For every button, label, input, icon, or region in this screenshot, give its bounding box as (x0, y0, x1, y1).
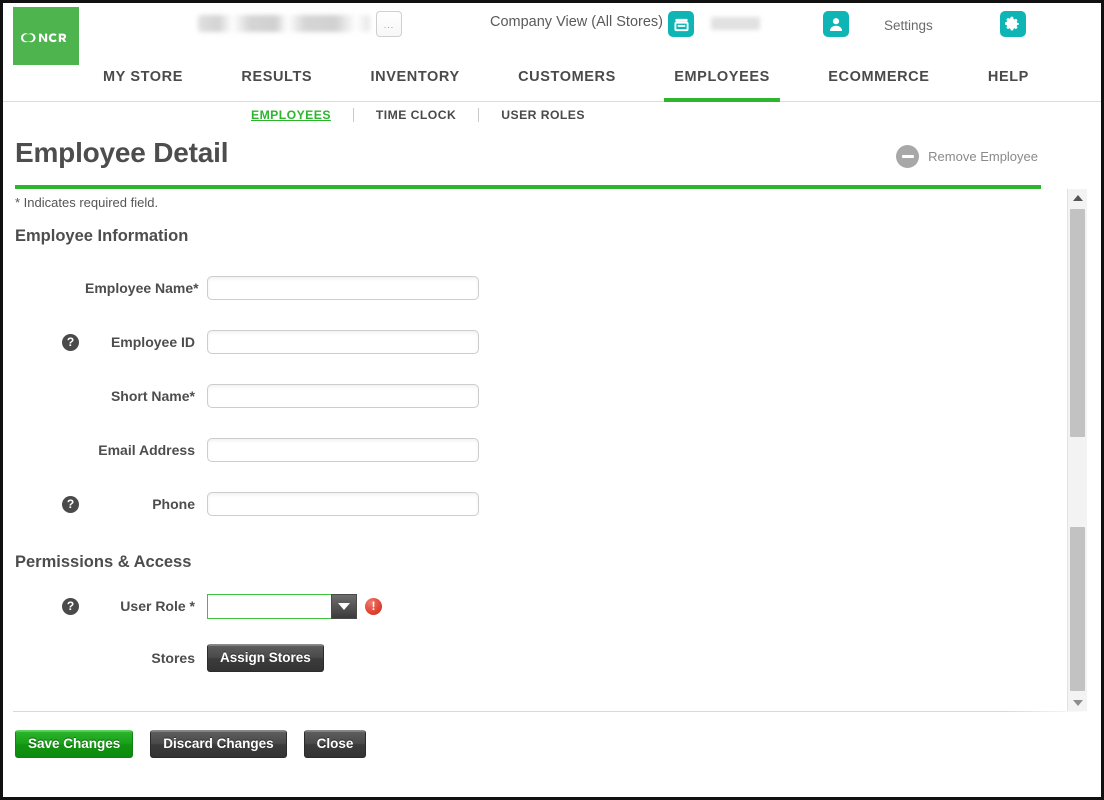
field-row-employee-name: Employee Name* (3, 271, 1101, 305)
field-row-user-role: ? User Role * ! (3, 589, 1101, 623)
field-row-phone: ? Phone (3, 487, 1101, 521)
field-row-stores: Stores Assign Stores (3, 641, 1101, 675)
primary-navigation: MY STORE RESULTS INVENTORY CUSTOMERS EMP… (3, 65, 1101, 102)
help-slot (3, 388, 85, 405)
label-employee-name: Employee Name* (85, 280, 199, 296)
close-button[interactable]: Close (303, 730, 367, 759)
scrollbar-thumb-upper[interactable] (1070, 209, 1085, 437)
label-email-address: Email Address (98, 442, 195, 458)
discard-changes-button[interactable]: Discard Changes (150, 730, 287, 759)
ncr-logo[interactable] (13, 7, 79, 73)
settings-label: Settings (884, 18, 933, 33)
settings-gear-icon[interactable] (1000, 11, 1026, 37)
subnav-item-time-clock[interactable]: TIME CLOCK (376, 108, 478, 122)
chevron-down-icon (338, 602, 350, 610)
nav-item-customers[interactable]: CUSTOMERS (516, 65, 618, 101)
nav-item-employees[interactable]: EMPLOYEES (664, 65, 780, 102)
phone-input[interactable] (207, 492, 479, 516)
help-slot (3, 442, 85, 459)
nav-item-results[interactable]: RESULTS (239, 65, 314, 101)
subnav-divider (478, 108, 480, 122)
label-short-name: Short Name* (110, 388, 195, 404)
store-name-redacted (198, 15, 370, 32)
page-header: Employee Detail Remove Employee (3, 133, 1101, 185)
field-row-email-address: Email Address (3, 433, 1101, 467)
field-row-employee-id: ? Employee ID (3, 325, 1101, 359)
save-changes-button[interactable]: Save Changes (15, 730, 134, 759)
store-glyph-icon (673, 18, 689, 31)
section-heading-permissions-access: Permissions & Access (15, 553, 192, 571)
application-window: ... Company View (All Stores) Settings M… (0, 0, 1104, 800)
minus-circle-icon (896, 145, 920, 168)
section-heading-employee-information: Employee Information (15, 227, 189, 245)
subnav-item-user-roles[interactable]: USER ROLES (501, 108, 607, 122)
employee-id-input[interactable] (207, 330, 479, 354)
scrollbar-thumb-lower[interactable] (1070, 527, 1085, 691)
subnav-divider (352, 108, 354, 122)
help-icon-user-role[interactable]: ? (62, 597, 79, 615)
subnav-item-employees[interactable]: EMPLOYEES (251, 108, 353, 122)
scrollbar-up-button[interactable] (1068, 189, 1087, 206)
short-name-input[interactable] (207, 384, 479, 408)
footer-action-bar: Save Changes Discard Changes Close (3, 712, 1101, 784)
form-scrollbar[interactable] (1067, 189, 1087, 711)
remove-employee-label: Remove Employee (928, 149, 1038, 164)
store-icon[interactable] (668, 11, 694, 37)
employee-detail-form: * Indicates required field. Employee Inf… (3, 189, 1101, 711)
help-icon-placeholder (62, 280, 79, 297)
help-slot (3, 280, 85, 297)
assign-stores-button[interactable]: Assign Stores (207, 643, 324, 673)
triangle-up-icon (1072, 194, 1083, 201)
required-field-note: * Indicates required field. (15, 195, 159, 210)
user-role-error-icon: ! (365, 597, 382, 615)
help-icon-placeholder (62, 442, 79, 459)
nav-item-help[interactable]: HELP (986, 65, 1031, 101)
ncr-logo-icon (21, 33, 67, 43)
company-view-label: Company View (All Stores) (490, 14, 663, 30)
label-employee-id: Employee ID (110, 334, 195, 350)
email-address-input[interactable] (207, 438, 479, 462)
masthead: ... Company View (All Stores) Settings (3, 3, 1101, 73)
person-glyph-icon (830, 17, 842, 31)
label-user-role: User Role * (120, 598, 195, 614)
help-slot: ? (3, 333, 85, 351)
help-icon-employee-id[interactable]: ? (62, 333, 79, 351)
user-account-icon[interactable] (823, 11, 849, 37)
help-slot: ? (3, 495, 85, 513)
sub-navigation: EMPLOYEES TIME CLOCK USER ROLES (3, 102, 1101, 133)
nav-item-inventory[interactable]: INVENTORY (369, 65, 462, 101)
page-title: Employee Detail (15, 137, 229, 168)
help-icon-placeholder (62, 650, 79, 667)
store-picker-button[interactable]: ... (376, 11, 402, 37)
help-icon-placeholder (62, 388, 79, 405)
help-slot: ? (3, 597, 85, 615)
nav-item-my-store[interactable]: MY STORE (101, 65, 185, 101)
remove-employee-button[interactable]: Remove Employee (896, 145, 1038, 168)
field-row-short-name: Short Name* (3, 379, 1101, 413)
help-slot (3, 650, 85, 667)
user-role-select[interactable] (207, 593, 357, 619)
scrollbar-down-button[interactable] (1068, 694, 1087, 711)
employee-name-input[interactable] (207, 276, 479, 300)
label-stores: Stores (151, 650, 195, 666)
nav-item-ecommerce[interactable]: ECOMMERCE (826, 65, 931, 101)
label-phone: Phone (152, 496, 195, 512)
help-icon-phone[interactable]: ? (62, 495, 79, 513)
gear-glyph-icon (1005, 16, 1019, 31)
user-role-dropdown-button[interactable] (331, 593, 357, 619)
user-role-select-value[interactable] (207, 593, 331, 619)
triangle-down-icon (1072, 699, 1083, 706)
store-badge-redacted (711, 17, 760, 30)
